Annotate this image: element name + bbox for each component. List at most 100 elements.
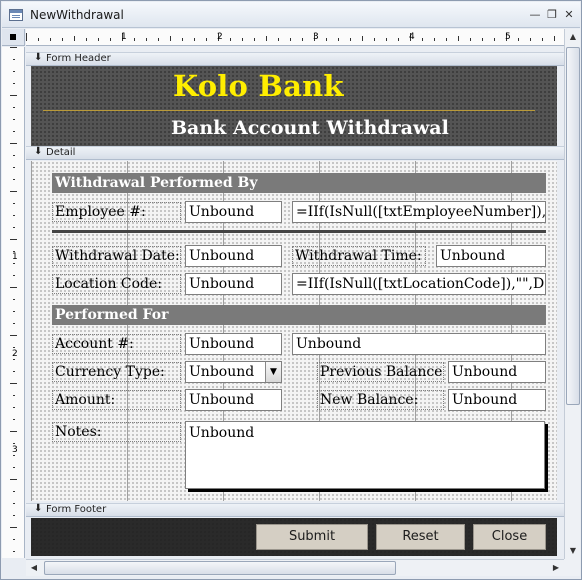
minimize-icon[interactable]: — — [528, 8, 542, 21]
employee-name-expression[interactable]: =IIf(IsNull([txtEmployeeNumber])," — [292, 201, 546, 223]
detail-bar[interactable]: ⬇ Detail — [26, 146, 566, 160]
close-button[interactable]: Close — [473, 524, 546, 550]
currency-type-label[interactable]: Currency Type: — [52, 362, 181, 382]
ruler-tick — [13, 443, 15, 444]
ruler-tick — [13, 419, 15, 420]
ruler-tick — [13, 251, 15, 252]
ruler-tick — [13, 59, 15, 60]
notes-label[interactable]: Notes: — [52, 422, 181, 442]
window-title: NewWithdrawal — [30, 8, 124, 22]
notes-field[interactable]: Unbound — [185, 421, 545, 489]
ruler-number: 2 — [217, 32, 223, 42]
ruler-tick — [13, 179, 15, 180]
close-icon[interactable]: ✕ — [562, 8, 576, 21]
ruler-tick — [13, 263, 15, 264]
account-label[interactable]: Account #: — [52, 334, 181, 354]
section-rule — [52, 230, 546, 233]
section-label: Form Footer — [46, 504, 107, 515]
ruler-tick — [13, 299, 15, 300]
reset-button[interactable]: Reset — [376, 524, 465, 550]
form-icon — [9, 9, 23, 21]
withdrawal-time-label[interactable]: Withdrawal Time: — [292, 246, 426, 266]
header-divider — [43, 110, 535, 111]
ruler-tick — [13, 167, 15, 168]
vertical-ruler: 1 2 3 — [2, 47, 25, 558]
brand-title[interactable]: Kolo Bank — [173, 69, 344, 103]
ruler-tick — [13, 227, 15, 228]
ruler-tick — [13, 275, 15, 276]
scroll-up-icon[interactable]: ▲ — [565, 29, 581, 45]
form-header-bar[interactable]: ⬇ Form Header — [26, 52, 566, 66]
form-subtitle[interactable]: Bank Account Withdrawal — [171, 117, 449, 139]
ruler-tick — [13, 83, 15, 84]
ruler-tick — [13, 503, 15, 504]
previous-balance-field[interactable]: Unbound — [448, 361, 546, 383]
ruler-tick — [13, 107, 15, 108]
location-code-field[interactable]: Unbound — [185, 273, 282, 295]
ruler-tick — [10, 383, 17, 384]
currency-type-combo[interactable]: Unbound ▼ — [185, 361, 282, 383]
ruler-ticks — [26, 33, 555, 41]
ruler-tick — [13, 131, 15, 132]
vertical-scroll-thumb[interactable] — [566, 47, 580, 405]
section-label: Form Header — [46, 53, 111, 64]
ruler-tick — [13, 203, 15, 204]
ruler-tick — [13, 119, 15, 120]
scroll-right-icon[interactable]: ▶ — [548, 560, 564, 576]
amount-label[interactable]: Amount: — [52, 390, 181, 410]
ruler-tick — [13, 551, 15, 552]
ruler-number: 1 — [121, 32, 127, 42]
ruler-tick — [13, 311, 15, 312]
restore-icon[interactable]: ❐ — [545, 8, 559, 21]
horizontal-scrollbar[interactable]: ◀ ▶ — [26, 559, 564, 576]
ruler-tick — [13, 407, 15, 408]
size-grip[interactable] — [564, 559, 580, 576]
ruler-tick — [13, 215, 15, 216]
withdrawal-date-field[interactable]: Unbound — [185, 245, 282, 267]
vertical-scrollbar[interactable]: ▲ ▼ — [564, 29, 580, 559]
employee-label[interactable]: Employee #: — [52, 202, 181, 222]
ruler-tick — [13, 539, 15, 540]
new-balance-field[interactable]: Unbound — [448, 389, 546, 411]
ruler-tick — [10, 191, 17, 192]
chevron-down-icon[interactable]: ▼ — [265, 362, 281, 382]
new-balance-label[interactable]: New Balance: — [317, 390, 444, 410]
horizontal-scroll-thumb[interactable] — [44, 561, 396, 575]
ruler-tick — [13, 515, 15, 516]
form-design-window: NewWithdrawal — ❐ ✕ 1 2 3 4 5 1 2 3 ⬇ Fo… — [0, 0, 582, 580]
ruler-tick — [13, 491, 15, 492]
ruler-tick — [10, 287, 17, 288]
account-name-field[interactable]: Unbound — [292, 333, 546, 355]
ruler-tick — [10, 143, 17, 144]
section-label: Detail — [46, 147, 76, 158]
ruler-tick — [13, 467, 15, 468]
section-arrow-icon: ⬇ — [34, 52, 43, 63]
ruler-tick — [10, 47, 17, 48]
ruler-number: 3 — [313, 32, 319, 42]
withdrawal-time-field[interactable]: Unbound — [436, 245, 546, 267]
location-name-expression[interactable]: =IIf(IsNull([txtLocationCode]),"",DI — [292, 273, 546, 295]
previous-balance-label[interactable]: Previous Balance: — [317, 362, 444, 382]
form-selector[interactable] — [2, 29, 25, 46]
ruler-number: 3 — [12, 445, 18, 455]
ruler-tick — [10, 95, 17, 96]
scroll-left-icon[interactable]: ◀ — [26, 560, 42, 576]
horizontal-ruler: 1 2 3 4 5 — [26, 29, 566, 46]
account-number-field[interactable]: Unbound — [185, 333, 282, 355]
amount-field[interactable]: Unbound — [185, 389, 282, 411]
ruler-tick — [13, 155, 15, 156]
ruler-tick — [13, 359, 15, 360]
ruler-tick — [13, 71, 15, 72]
performed-by-banner[interactable]: Withdrawal Performed By — [52, 173, 546, 193]
performed-for-banner[interactable]: Performed For — [52, 305, 546, 325]
ruler-tick — [13, 371, 15, 372]
submit-button[interactable]: Submit — [256, 524, 368, 550]
scroll-down-icon[interactable]: ▼ — [565, 543, 581, 559]
employee-number-field[interactable]: Unbound — [185, 201, 282, 223]
ruler-number: 5 — [505, 32, 511, 42]
withdrawal-date-label[interactable]: Withdrawal Date: — [52, 246, 181, 266]
ruler-number: 1 — [12, 252, 18, 262]
location-code-label[interactable]: Location Code: — [52, 274, 181, 294]
form-footer-bar[interactable]: ⬇ Form Footer — [26, 503, 566, 517]
currency-type-value: Unbound — [189, 364, 255, 380]
